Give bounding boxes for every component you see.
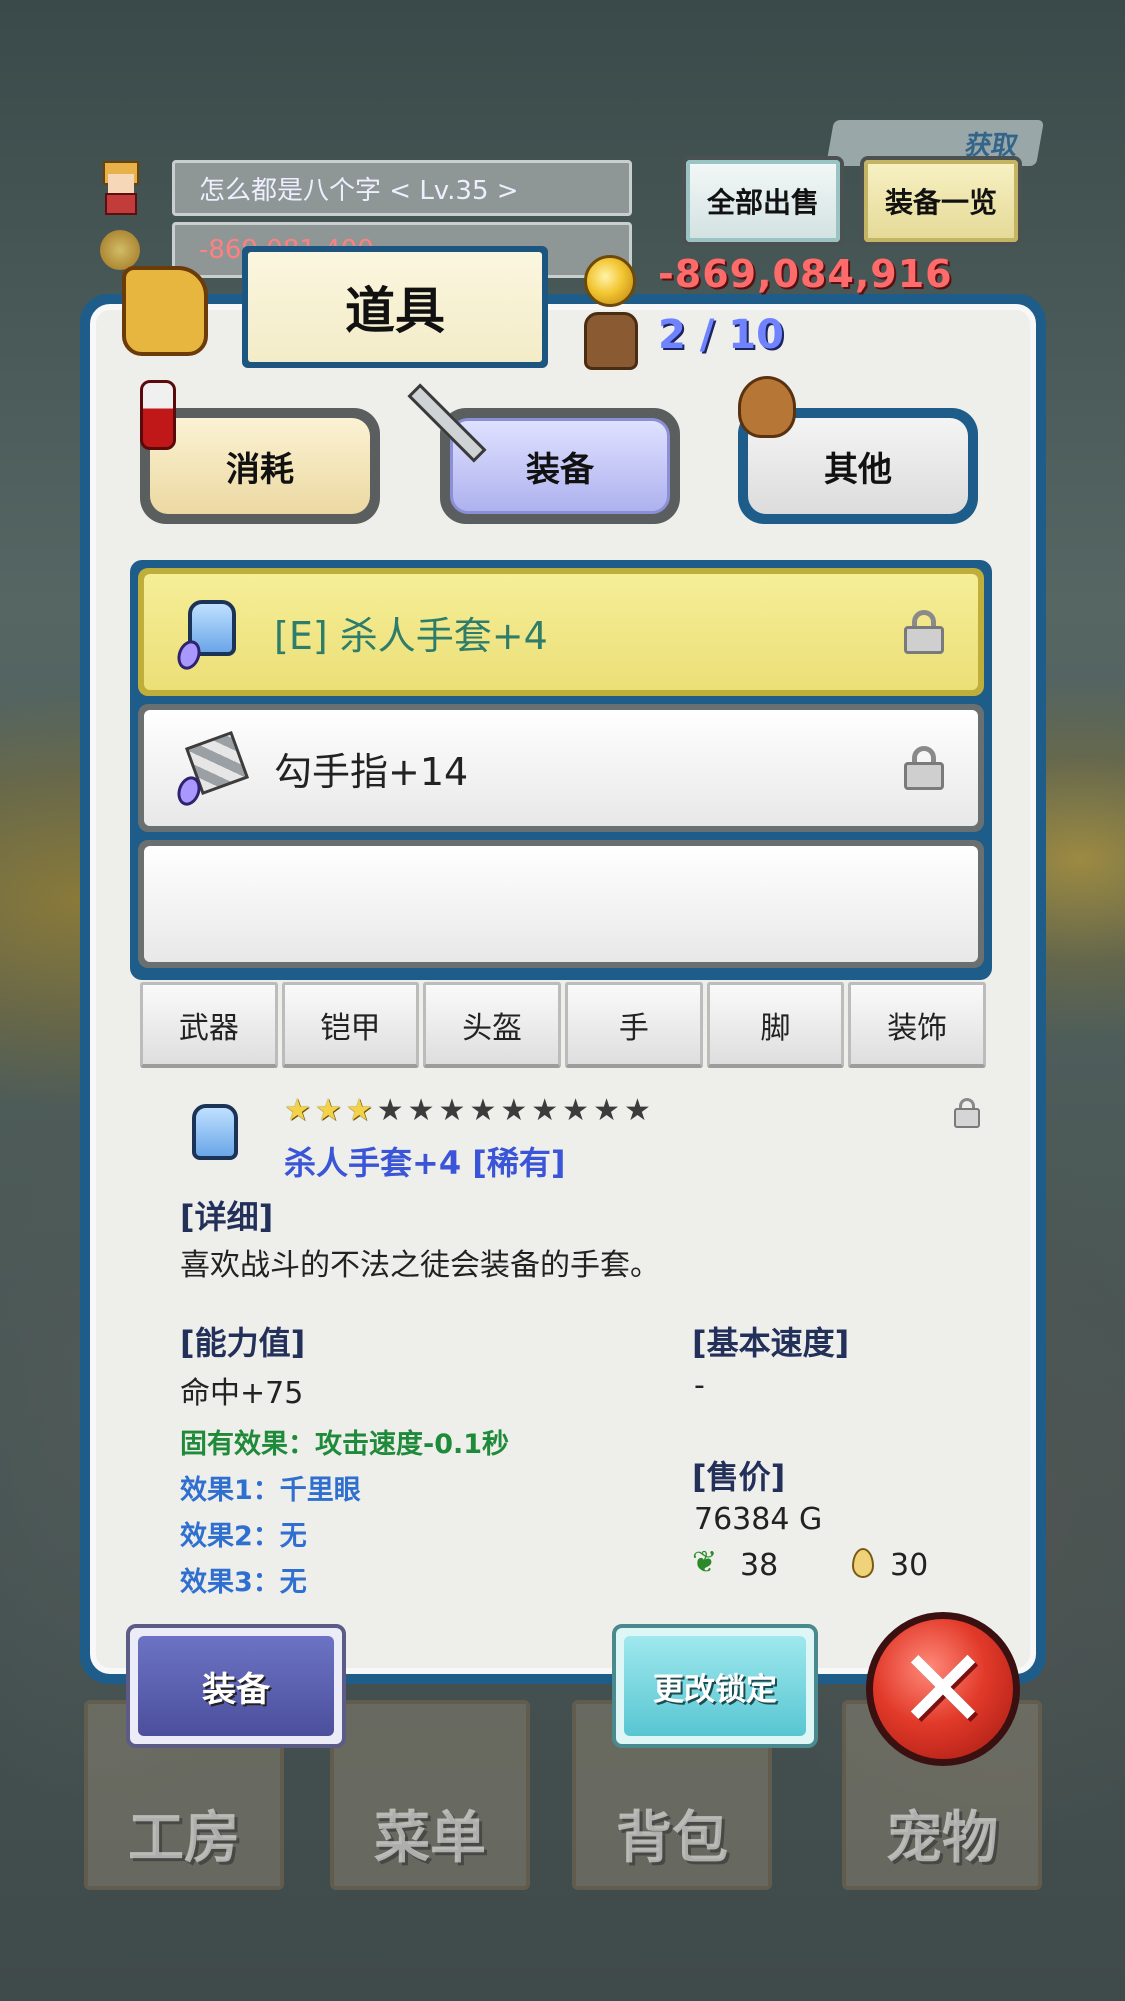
tab-foot[interactable]: 脚 [706, 982, 845, 1068]
backpack-icon [584, 312, 638, 370]
herb-icon: ❦ [692, 1545, 718, 1580]
star-empty-icon: ★ [376, 1093, 404, 1128]
equip-button[interactable]: 装备 [126, 1624, 346, 1748]
star-empty-icon: ★ [623, 1093, 651, 1128]
star-empty-icon: ★ [562, 1093, 590, 1128]
item-list: [E] 杀人手套+4 勾手指+14 [130, 560, 992, 980]
sell-all-button[interactable]: 全部出售 [682, 156, 844, 246]
change-lock-button[interactable]: 更改锁定 [612, 1624, 818, 1748]
bg-nav-menu: 菜单 [330, 1700, 530, 1890]
item-row-killer-gloves[interactable]: [E] 杀人手套+4 [138, 568, 984, 696]
effect-1: 效果1：千里眼 [180, 1475, 361, 1506]
gold-icon-small [100, 230, 140, 270]
equipment-list-button[interactable]: 装备一览 [860, 156, 1022, 246]
star-filled-icon: ★ [345, 1093, 373, 1128]
speed-value: - [694, 1368, 705, 1403]
effect-3: 效果3：无 [180, 1567, 307, 1598]
equip-button-label: 装备 [138, 1636, 334, 1736]
bg-nav-bag-label: 背包 [616, 1806, 728, 1871]
detail-header: [详细] [180, 1198, 274, 1236]
tab-hand[interactable]: 手 [565, 982, 703, 1068]
effect-2: 效果2：无 [180, 1521, 307, 1552]
detail-description: 喜欢战斗的不法之徒会装备的手套。 [180, 1248, 660, 1283]
tab-helmet[interactable]: 头盔 [423, 982, 562, 1068]
bg-nav-menu-label: 菜单 [374, 1806, 486, 1871]
star-empty-icon: ★ [469, 1093, 497, 1128]
price-header: [售价] [692, 1458, 786, 1496]
equipment-list-label: 装备一览 [864, 160, 1018, 242]
star-empty-icon: ★ [593, 1093, 620, 1128]
category-consumable-label: 消耗 [150, 418, 370, 514]
drop-count: 30 [890, 1548, 929, 1583]
equipment-slot-tabs: 武器 铠甲 头盔 手 脚 装饰 [140, 982, 987, 1068]
player-avatar [98, 160, 144, 216]
item-label: 勾手指+14 [274, 749, 469, 794]
player-name-level: 怎么都是八个字 < Lv.35 > [172, 160, 632, 216]
change-lock-label: 更改锁定 [624, 1636, 806, 1736]
stat-line: 命中+75 [180, 1376, 304, 1411]
bag-icon [122, 266, 208, 356]
inherent-effect: 固有效果：攻击速度-0.1秒 [180, 1429, 510, 1460]
rarity-stars: ★ ★ ★ ★ ★ ★ ★ ★ ★ ★ ★ ★ [284, 1094, 651, 1128]
detail-glove-icon [188, 1104, 248, 1168]
item-row-hook-finger[interactable]: 勾手指+14 [138, 704, 984, 832]
money-readout: -869,084,916 [658, 252, 953, 296]
item-row-empty[interactable] [138, 840, 984, 968]
tab-weapon[interactable]: 武器 [140, 982, 278, 1068]
knuckle-icon [173, 730, 252, 809]
glove-icon [173, 596, 252, 673]
close-button[interactable]: ✕ [866, 1612, 1020, 1766]
category-consumable-button[interactable]: 消耗 [140, 408, 380, 524]
speed-header: [基本速度] [692, 1324, 850, 1362]
bg-nav-workshop-label: 工房 [128, 1806, 240, 1871]
close-icon: ✕ [896, 1625, 990, 1753]
gold-coin-icon [584, 255, 636, 307]
drop-icon [852, 1548, 874, 1578]
sack-icon [738, 376, 796, 438]
lock-icon [904, 610, 944, 654]
star-empty-icon: ★ [500, 1093, 528, 1128]
detail-item-name: 杀人手套+4 [稀有] [284, 1144, 566, 1182]
star-empty-icon: ★ [438, 1093, 466, 1128]
item-label: [E] 杀人手套+4 [274, 613, 548, 658]
stats-header: [能力值] [180, 1324, 306, 1362]
bg-nav-pet-label: 宠物 [886, 1806, 998, 1871]
category-equipment-button[interactable]: 装备 [440, 408, 680, 524]
star-empty-icon: ★ [407, 1093, 435, 1128]
category-equipment-label: 装备 [450, 418, 670, 514]
panel-title: 道具 [248, 252, 542, 362]
lock-icon [904, 746, 944, 790]
detail-lock-icon [954, 1098, 980, 1128]
potion-icon [140, 380, 176, 450]
price-value: 76384 G [694, 1502, 823, 1537]
star-filled-icon: ★ [284, 1093, 311, 1128]
capacity-readout: 2 / 10 [658, 312, 784, 358]
tab-armor[interactable]: 铠甲 [281, 982, 420, 1068]
star-empty-icon: ★ [531, 1093, 559, 1128]
sell-all-label: 全部出售 [686, 160, 840, 242]
panel-title-tab: 道具 [242, 246, 548, 368]
herb-count: 38 [740, 1548, 779, 1583]
star-filled-icon: ★ [314, 1093, 342, 1128]
tab-accessory[interactable]: 装饰 [848, 982, 987, 1068]
